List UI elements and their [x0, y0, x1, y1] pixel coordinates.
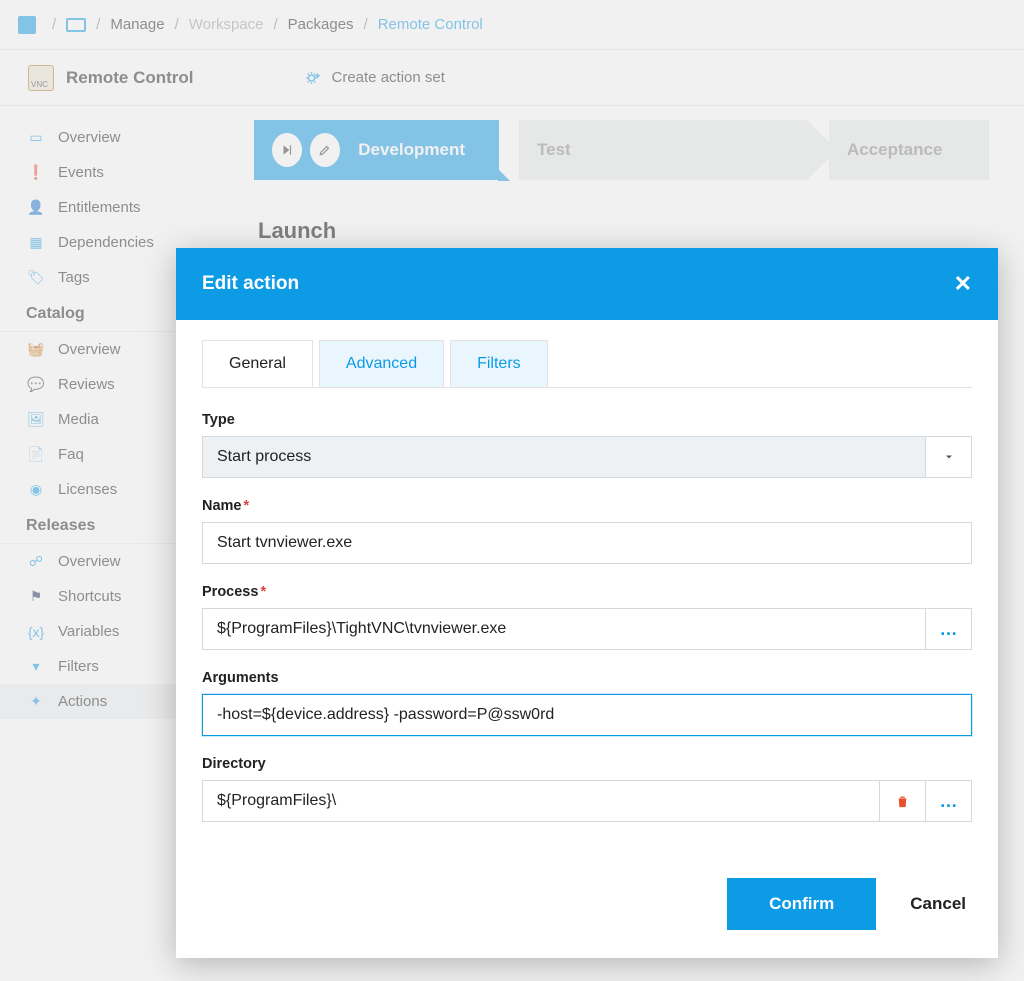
- edit-action-modal: Edit action ✕ General Advanced Filters T…: [176, 248, 998, 958]
- confirm-button[interactable]: Confirm: [727, 878, 876, 930]
- sidebar-item-label: Faq: [58, 446, 84, 463]
- sidebar-item-label: Overview: [58, 341, 121, 358]
- directory-input[interactable]: [202, 780, 880, 822]
- modal-header: Edit action ✕: [176, 248, 998, 320]
- sidebar-item-label: Dependencies: [58, 234, 154, 251]
- gear-plus-icon: [304, 69, 322, 87]
- filters-icon: ▾: [26, 658, 46, 675]
- stage-label: Test: [537, 140, 571, 160]
- entitlements-icon: 👤: [26, 199, 46, 216]
- create-action-set-button[interactable]: Create action set: [304, 69, 445, 87]
- sidebar-item-overview[interactable]: ▭ Overview: [0, 120, 240, 155]
- tags-icon: 🏷: [26, 269, 46, 286]
- name-input[interactable]: [202, 522, 972, 564]
- overview-icon: ▭: [26, 129, 46, 146]
- sidebar-item-label: Shortcuts: [58, 588, 121, 605]
- sidebar-item-label: Variables: [58, 623, 119, 640]
- breadcrumb-remote-control[interactable]: Remote Control: [378, 16, 483, 33]
- label-arguments: Arguments: [202, 670, 972, 686]
- events-icon: ❗: [26, 164, 46, 181]
- release-stages: Development Test Acceptance: [254, 120, 1024, 180]
- label-name: Name*: [202, 498, 972, 514]
- tab-general[interactable]: General: [202, 340, 313, 387]
- sidebar-item-label: Filters: [58, 658, 99, 675]
- media-icon: 🖼: [26, 411, 46, 428]
- stage-test[interactable]: Test: [519, 120, 809, 180]
- browse-directory-button[interactable]: …: [926, 780, 972, 822]
- section-title-launch: Launch: [258, 218, 1024, 244]
- sidebar-item-label: Entitlements: [58, 199, 141, 216]
- actions-icon: ✦: [26, 693, 46, 710]
- label-directory: Directory: [202, 756, 972, 772]
- sidebar-item-events[interactable]: ❗ Events: [0, 155, 240, 190]
- breadcrumb-workspace[interactable]: Workspace: [189, 16, 264, 33]
- sidebar-item-label: Licenses: [58, 481, 117, 498]
- label-type: Type: [202, 412, 972, 428]
- breadcrumb-sep: /: [364, 16, 368, 33]
- package-header: Remote Control Create action set: [0, 50, 1024, 106]
- create-action-set-label: Create action set: [332, 69, 445, 86]
- sidebar-item-label: Overview: [58, 129, 121, 146]
- label-process: Process*: [202, 584, 972, 600]
- breadcrumb: / / Manage / Workspace / Packages / Remo…: [0, 0, 1024, 50]
- type-select[interactable]: Start process: [202, 436, 972, 478]
- reviews-icon: 💬: [26, 376, 46, 393]
- cancel-button[interactable]: Cancel: [910, 894, 972, 914]
- sidebar-item-label: Events: [58, 164, 104, 181]
- breadcrumb-packages[interactable]: Packages: [288, 16, 354, 33]
- stage-label: Acceptance: [847, 140, 942, 160]
- workspace-icon[interactable]: [66, 18, 86, 32]
- sidebar-item-label: Actions: [58, 693, 107, 710]
- sidebar-item-label: Overview: [58, 553, 121, 570]
- breadcrumb-sep: /: [52, 16, 56, 33]
- stage-label: Development: [358, 140, 465, 160]
- clear-directory-button[interactable]: [880, 780, 926, 822]
- breadcrumb-sep: /: [175, 16, 179, 33]
- app-icon[interactable]: [18, 16, 36, 34]
- chevron-down-icon[interactable]: [926, 436, 972, 478]
- browse-process-button[interactable]: …: [926, 608, 972, 650]
- package-title: Remote Control: [66, 68, 194, 88]
- licenses-icon: ◉: [26, 481, 46, 498]
- basket-icon: 🧺: [26, 341, 46, 358]
- stage-development[interactable]: Development: [254, 120, 499, 180]
- faq-icon: 📄: [26, 446, 46, 463]
- play-icon[interactable]: [272, 133, 302, 167]
- tab-advanced[interactable]: Advanced: [319, 340, 444, 387]
- stage-acceptance[interactable]: Acceptance: [829, 120, 989, 180]
- sidebar-item-label: Reviews: [58, 376, 115, 393]
- sidebar-item-label: Tags: [58, 269, 90, 286]
- modal-tabs: General Advanced Filters: [202, 340, 972, 388]
- breadcrumb-sep: /: [274, 16, 278, 33]
- sidebar-item-entitlements[interactable]: 👤 Entitlements: [0, 190, 240, 225]
- releases-overview-icon: ☍: [26, 553, 46, 570]
- process-input[interactable]: [202, 608, 926, 650]
- shortcuts-icon: ⚑: [26, 588, 46, 605]
- sidebar-item-label: Media: [58, 411, 99, 428]
- breadcrumb-manage[interactable]: Manage: [110, 16, 164, 33]
- modal-title: Edit action: [202, 273, 299, 295]
- edit-icon[interactable]: [310, 133, 340, 167]
- arguments-input[interactable]: [202, 694, 972, 736]
- close-icon[interactable]: ✕: [954, 271, 972, 297]
- tab-filters[interactable]: Filters: [450, 340, 548, 387]
- dependencies-icon: ▦: [26, 234, 46, 251]
- type-value: Start process: [202, 436, 926, 478]
- modal-footer: Confirm Cancel: [176, 866, 998, 958]
- package-icon: [28, 65, 54, 91]
- breadcrumb-sep: /: [96, 16, 100, 33]
- variables-icon: {x}: [26, 624, 46, 640]
